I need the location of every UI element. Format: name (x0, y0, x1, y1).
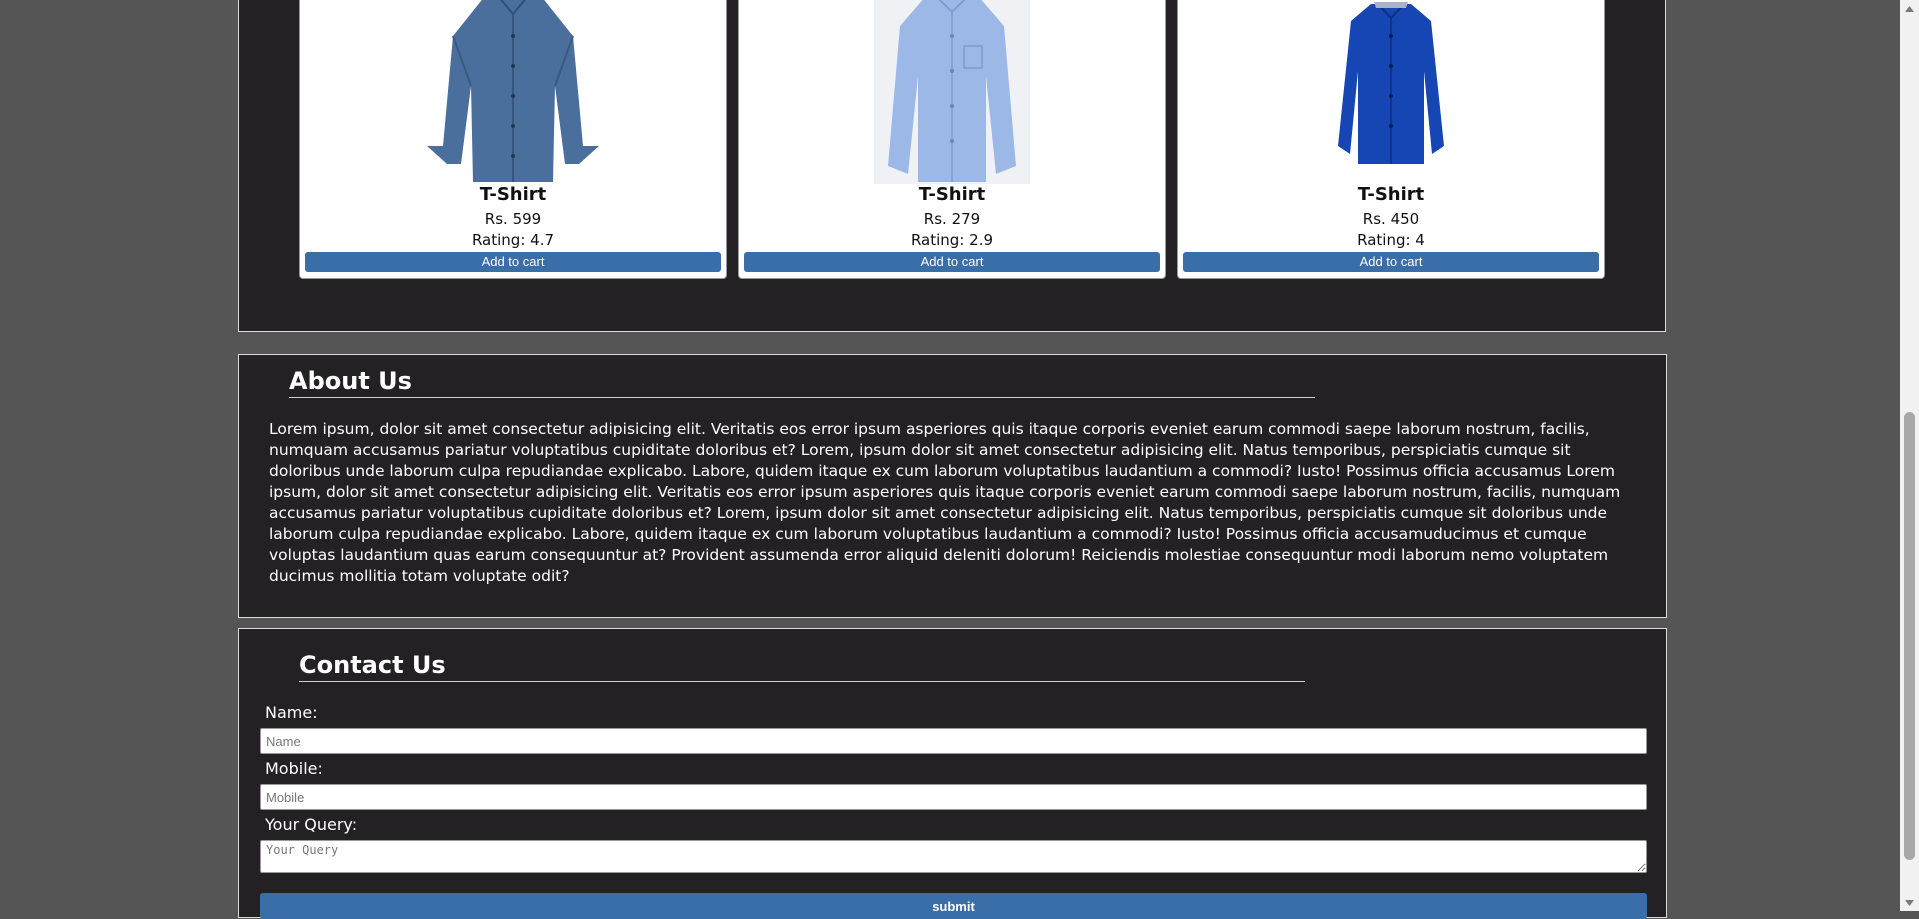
query-label: Your Query: (265, 815, 358, 834)
add-to-cart-button[interactable]: Add to cart (305, 252, 721, 272)
product-card: T-Shirt Rs. 599 Rating: 4.7 Add to cart (299, 0, 727, 279)
product-image (1178, 0, 1604, 184)
product-image (300, 0, 726, 184)
product-card: T-Shirt Rs. 279 Rating: 2.9 Add to cart (738, 0, 1166, 279)
about-text: Lorem ipsum, dolor sit amet consectetur … (269, 420, 1621, 585)
product-rating: Rating: 4.7 (471, 231, 555, 249)
product-price: Rs. 450 (1362, 210, 1420, 228)
shirt-icon (1338, 2, 1444, 164)
product-rating: Rating: 2.9 (910, 231, 994, 249)
shirt-icon (874, 0, 1030, 184)
about-heading: About Us (289, 367, 1315, 398)
product-card: T-Shirt Rs. 450 Rating: 4 Add to cart (1177, 0, 1605, 279)
mobile-label: Mobile: (265, 759, 323, 778)
scroll-up-arrow-icon[interactable] (1900, 0, 1919, 17)
about-section: About Us Lorem ipsum, dolor sit amet con… (238, 354, 1667, 618)
name-label: Name: (265, 703, 318, 722)
scroll-down-arrow-icon[interactable] (1900, 894, 1919, 911)
product-title: T-Shirt (479, 184, 547, 205)
mobile-input[interactable] (260, 784, 1647, 810)
product-price: Rs. 599 (484, 210, 542, 228)
submit-button[interactable]: submit (260, 893, 1647, 919)
product-price: Rs. 279 (923, 210, 981, 228)
scroll-thumb[interactable] (1904, 412, 1915, 860)
product-title: T-Shirt (918, 184, 986, 205)
add-to-cart-button[interactable]: Add to cart (744, 252, 1160, 272)
products-section: T-Shirt Rs. 599 Rating: 4.7 Add to cart (238, 0, 1666, 332)
product-title: T-Shirt (1357, 184, 1425, 205)
add-to-cart-button[interactable]: Add to cart (1183, 252, 1599, 272)
shirt-icon (427, 0, 599, 182)
contact-section: Contact Us Name: Mobile: Your Query: sub… (238, 628, 1667, 919)
product-rating: Rating: 4 (1357, 231, 1425, 249)
product-image (739, 0, 1165, 184)
query-textarea[interactable] (260, 840, 1647, 873)
contact-heading: Contact Us (299, 651, 1305, 682)
vertical-scrollbar[interactable] (1900, 0, 1919, 911)
name-input[interactable] (260, 728, 1647, 754)
page: T-Shirt Rs. 599 Rating: 4.7 Add to cart (0, 0, 1900, 919)
